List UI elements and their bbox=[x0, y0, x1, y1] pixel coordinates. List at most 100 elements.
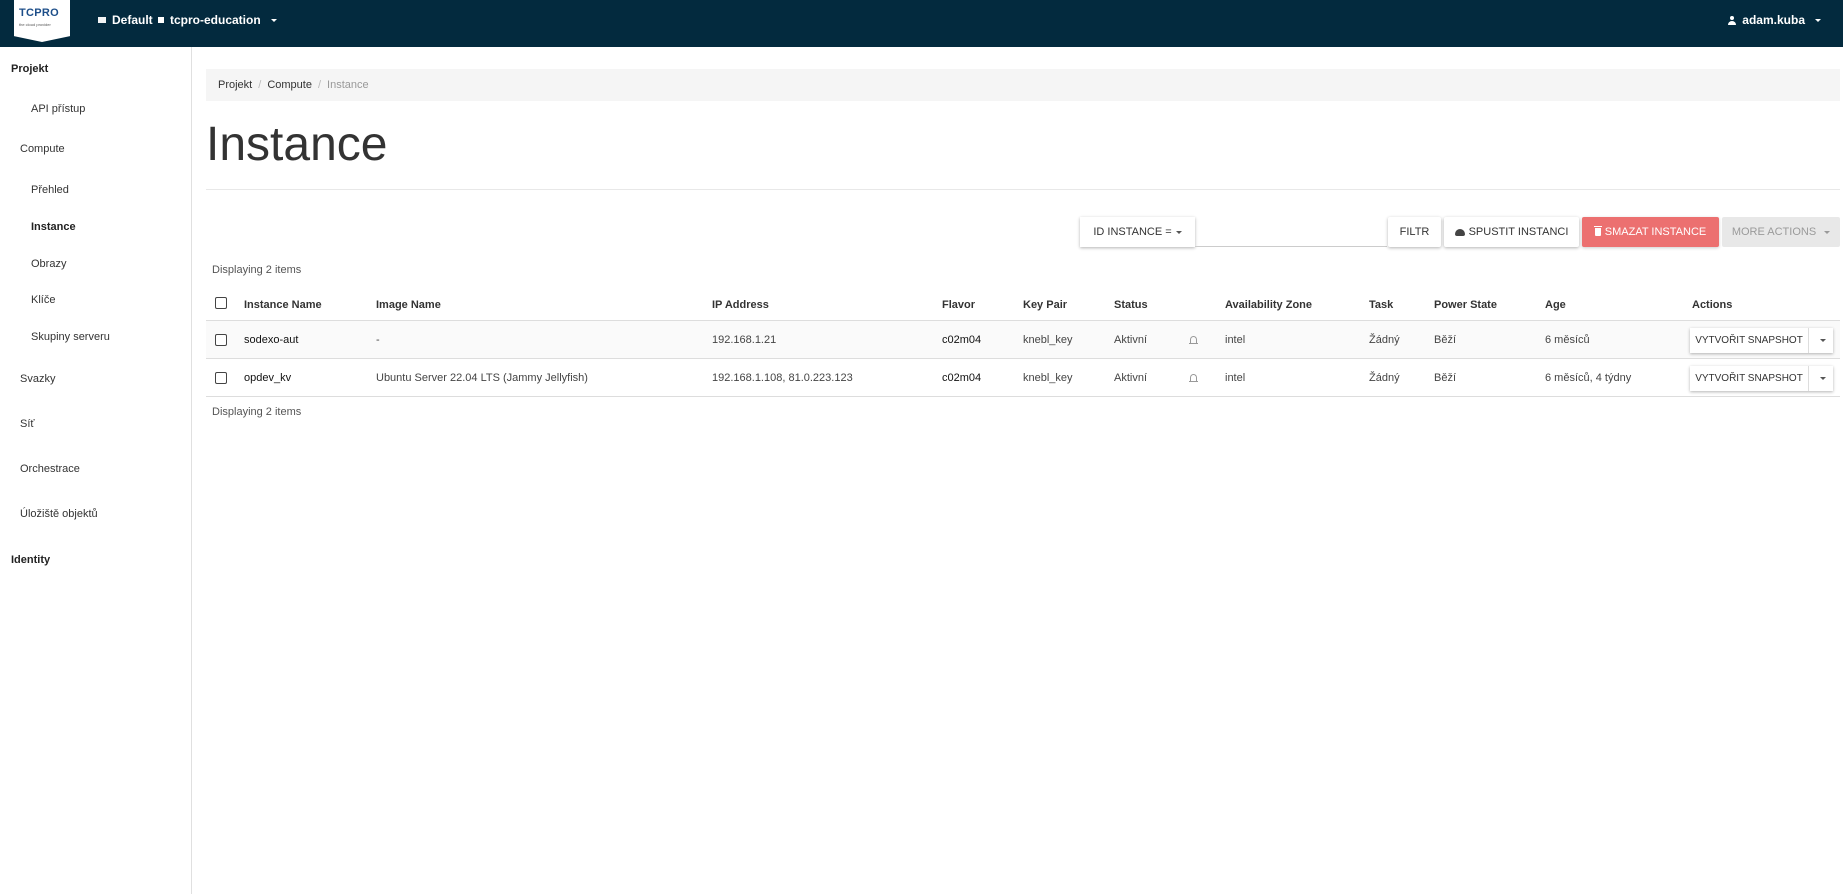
age: 6 měsíců bbox=[1545, 334, 1590, 346]
column-header-status[interactable]: Status bbox=[1114, 299, 1148, 311]
row-action-group: VYTVOŘIT SNAPSHOT bbox=[1690, 328, 1833, 353]
user-name: adam.kuba bbox=[1742, 13, 1805, 27]
power-state: Běží bbox=[1434, 372, 1457, 384]
breadcrumb-separator: / bbox=[258, 79, 262, 91]
divider bbox=[206, 189, 1840, 190]
user-menu[interactable]: adam.kuba bbox=[1728, 13, 1821, 27]
column-header-task[interactable]: Task bbox=[1369, 299, 1393, 311]
sidebar-item-network[interactable]: Síť bbox=[20, 418, 35, 430]
top-navbar: TCPRO the cloud provider Default tcpro-e… bbox=[0, 0, 1843, 47]
chevron-down-icon bbox=[1175, 230, 1182, 234]
item-count-top: Displaying 2 items bbox=[212, 264, 302, 276]
filter-input[interactable] bbox=[1195, 217, 1387, 247]
project-icon bbox=[158, 17, 164, 23]
key-pair: knebl_key bbox=[1023, 334, 1073, 346]
delete-instances-label: SMAZAT INSTANCE bbox=[1604, 226, 1707, 238]
sidebar-item-volumes[interactable]: Svazky bbox=[20, 373, 55, 385]
sidebar-section-identity[interactable]: Identity bbox=[11, 554, 50, 566]
domain-label: Default bbox=[112, 13, 153, 27]
row-action-group: VYTVOŘIT SNAPSHOT bbox=[1690, 366, 1833, 391]
sidebar-item-api-access[interactable]: API přístup bbox=[31, 103, 85, 115]
select-all-checkbox[interactable] bbox=[215, 297, 227, 309]
bell-icon bbox=[1189, 336, 1198, 344]
breadcrumb-compute[interactable]: Compute bbox=[267, 79, 312, 91]
column-header-image-name[interactable]: Image Name bbox=[376, 299, 441, 311]
chevron-down-icon bbox=[1820, 339, 1826, 342]
sidebar-item-object-store[interactable]: Úložiště objektů bbox=[20, 508, 98, 520]
chevron-down-icon bbox=[1820, 377, 1826, 380]
column-header-ip-address[interactable]: IP Address bbox=[712, 299, 769, 311]
column-header-actions: Actions bbox=[1692, 299, 1733, 311]
delete-instances-button[interactable]: SMAZAT INSTANCE bbox=[1582, 217, 1719, 247]
instance-name-link[interactable]: sodexo-aut bbox=[244, 334, 298, 346]
status: Aktivní bbox=[1114, 372, 1148, 384]
bell-icon bbox=[1189, 374, 1198, 382]
brand-logo[interactable]: TCPRO the cloud provider bbox=[14, 0, 70, 42]
sidebar-item-images[interactable]: Obrazy bbox=[31, 258, 66, 270]
item-count-bottom: Displaying 2 items bbox=[212, 406, 302, 418]
column-header-key-pair[interactable]: Key Pair bbox=[1023, 299, 1067, 311]
sidebar-item-server-groups[interactable]: Skupiny serveru bbox=[31, 331, 110, 343]
row-actions-dropdown[interactable] bbox=[1809, 339, 1833, 342]
trash-icon bbox=[1593, 226, 1602, 236]
create-snapshot-button[interactable]: VYTVOŘIT SNAPSHOT bbox=[1690, 328, 1809, 353]
row-checkbox[interactable] bbox=[215, 372, 227, 384]
chevron-down-icon bbox=[270, 18, 277, 22]
breadcrumb-projekt[interactable]: Projekt bbox=[218, 79, 252, 91]
more-actions-button[interactable]: MORE ACTIONS bbox=[1722, 217, 1840, 247]
flavor-link[interactable]: c02m04 bbox=[942, 334, 981, 346]
filter-button-label: FILTR bbox=[1399, 226, 1430, 238]
row-checkbox[interactable] bbox=[215, 334, 227, 346]
column-header-power-state[interactable]: Power State bbox=[1434, 299, 1497, 311]
more-actions-label: MORE ACTIONS bbox=[1731, 226, 1817, 238]
sidebar-item-compute[interactable]: Compute bbox=[20, 143, 65, 155]
sidebar-item-instances[interactable]: Instance bbox=[31, 221, 76, 233]
filter-field-label: ID INSTANCE = bbox=[1093, 226, 1172, 238]
cloud-upload-icon bbox=[1454, 228, 1465, 236]
breadcrumb: Projekt / Compute / Instance bbox=[206, 69, 1840, 101]
project-label: tcpro-education bbox=[170, 13, 261, 27]
ip-address: 192.168.1.108, 81.0.223.123 bbox=[712, 372, 853, 384]
sidebar: Projekt API přístup Compute Přehled Inst… bbox=[0, 47, 192, 894]
create-snapshot-button[interactable]: VYTVOŘIT SNAPSHOT bbox=[1690, 366, 1809, 391]
domain-icon bbox=[98, 17, 106, 23]
column-header-instance-name[interactable]: Instance Name bbox=[244, 299, 322, 311]
power-state: Běží bbox=[1434, 334, 1457, 346]
column-header-flavor[interactable]: Flavor bbox=[942, 299, 975, 311]
sidebar-item-keys[interactable]: Klíče bbox=[31, 294, 55, 306]
table-header: Instance Name Image Name IP Address Flav… bbox=[206, 289, 1840, 321]
launch-instance-button[interactable]: SPUSTIT INSTANCI bbox=[1444, 217, 1579, 247]
filter-button[interactable]: FILTR bbox=[1388, 217, 1441, 247]
key-pair: knebl_key bbox=[1023, 372, 1073, 384]
domain-selector[interactable]: Default bbox=[98, 13, 153, 27]
logo-text: TCPRO bbox=[19, 7, 59, 19]
task: Žádný bbox=[1369, 372, 1400, 384]
table-row: sodexo-aut - 192.168.1.21 c02m04 knebl_k… bbox=[206, 321, 1840, 359]
sidebar-section-projekt[interactable]: Projekt bbox=[11, 63, 48, 75]
table-row: opdev_kv Ubuntu Server 22.04 LTS (Jammy … bbox=[206, 359, 1840, 397]
availability-zone: intel bbox=[1225, 372, 1246, 384]
sidebar-item-overview[interactable]: Přehled bbox=[31, 184, 69, 196]
row-actions-dropdown[interactable] bbox=[1809, 377, 1833, 380]
breadcrumb-current: Instance bbox=[327, 79, 369, 91]
image-name[interactable]: Ubuntu Server 22.04 LTS (Jammy Jellyfish… bbox=[376, 372, 588, 384]
task: Žádný bbox=[1369, 334, 1400, 346]
logo-tagline: the cloud provider bbox=[19, 22, 51, 27]
instance-name-link[interactable]: opdev_kv bbox=[244, 372, 291, 384]
flavor-link[interactable]: c02m04 bbox=[942, 372, 981, 384]
user-icon bbox=[1728, 15, 1737, 25]
column-header-availability-zone[interactable]: Availability Zone bbox=[1225, 299, 1312, 311]
launch-instance-label: SPUSTIT INSTANCI bbox=[1468, 226, 1569, 238]
ip-address: 192.168.1.21 bbox=[712, 334, 777, 346]
filter-field-select[interactable]: ID INSTANCE = bbox=[1080, 217, 1195, 247]
chevron-down-icon bbox=[1824, 230, 1831, 234]
sidebar-item-orchestration[interactable]: Orchestrace bbox=[20, 463, 80, 475]
age: 6 měsíců, 4 týdny bbox=[1545, 372, 1632, 384]
status: Aktivní bbox=[1114, 334, 1148, 346]
project-selector[interactable]: tcpro-education bbox=[158, 13, 277, 27]
column-header-age[interactable]: Age bbox=[1545, 299, 1566, 311]
availability-zone: intel bbox=[1225, 334, 1246, 346]
breadcrumb-separator: / bbox=[317, 79, 322, 91]
image-name: - bbox=[376, 334, 380, 346]
chevron-down-icon bbox=[1815, 18, 1821, 22]
